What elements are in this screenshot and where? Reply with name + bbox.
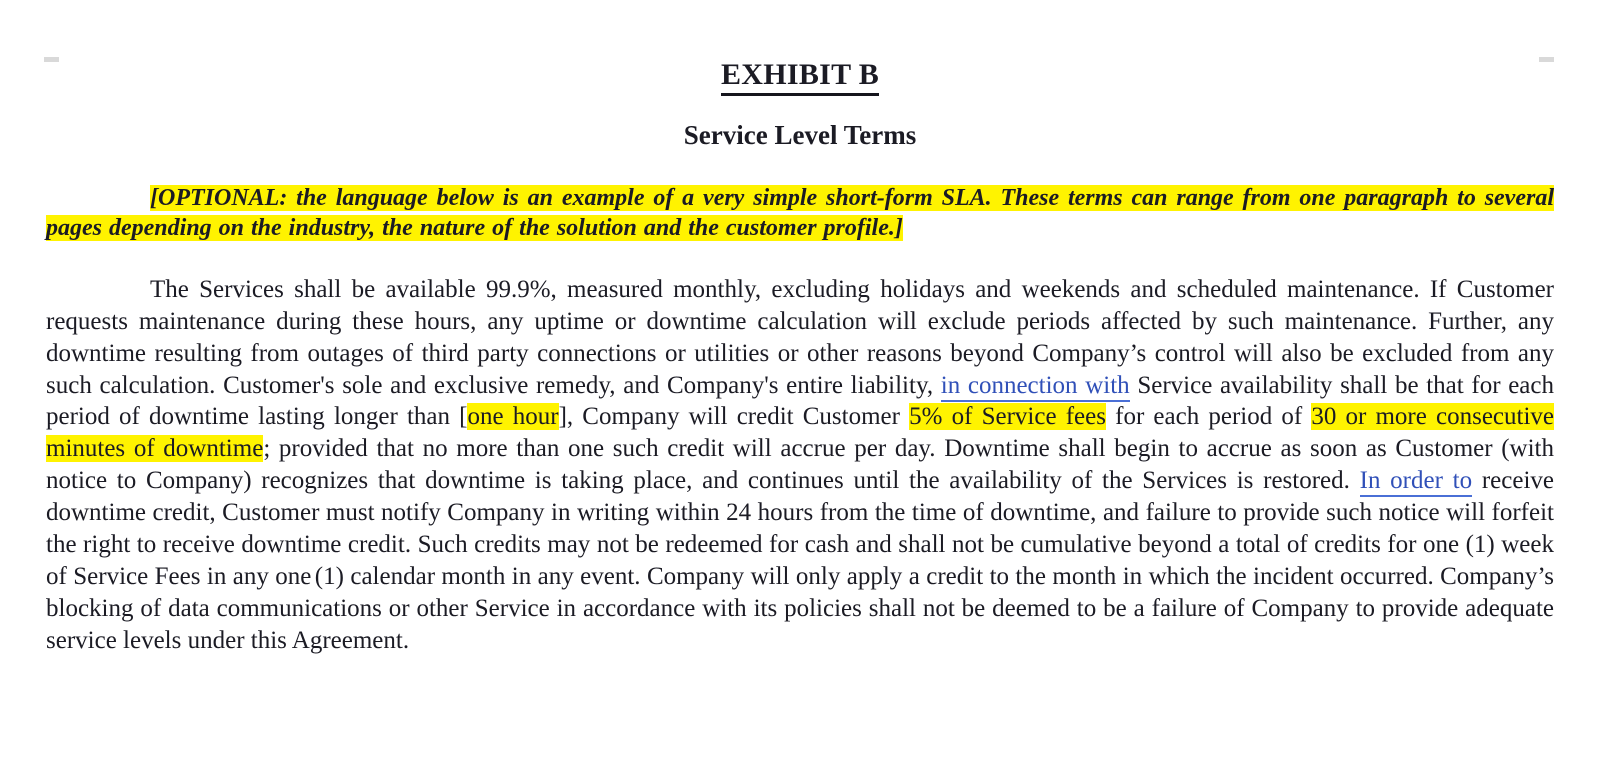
exhibit-title-text: EXHIBIT B: [720, 58, 880, 96]
document-page: EXHIBIT B Service Level Terms [OPTIONAL:…: [0, 0, 1600, 768]
margin-tick-left: [44, 57, 59, 62]
page-subtitle: Service Level Terms: [683, 119, 917, 150]
optional-instruction-note: [OPTIONAL: the language below is an exam…: [46, 151, 1554, 244]
paragraph-segment-5: ; provided that no more than one such cr…: [46, 435, 1554, 495]
paragraph-segment-7: one (1): [275, 562, 344, 590]
grammar-suggestion-in-connection-with[interactable]: in connection with: [940, 371, 1130, 402]
paragraph-segment-3: ], Company will credit Customer: [558, 403, 910, 431]
grammar-suggestion-in-order-to[interactable]: In order to: [1359, 467, 1473, 498]
highlight-one-hour: one hour: [467, 403, 559, 431]
exhibit-title: EXHIBIT B: [46, 0, 1554, 96]
paragraph-segment-4: for each period of: [1105, 403, 1312, 431]
highlight-service-fees-percent: 5% of Service fees: [909, 403, 1106, 431]
optional-note-highlight: [OPTIONAL: the language below is an exam…: [46, 184, 1554, 242]
margin-tick-right: [1539, 57, 1554, 62]
service-level-paragraph: The Services shall be available 99.9%, m…: [46, 244, 1555, 657]
